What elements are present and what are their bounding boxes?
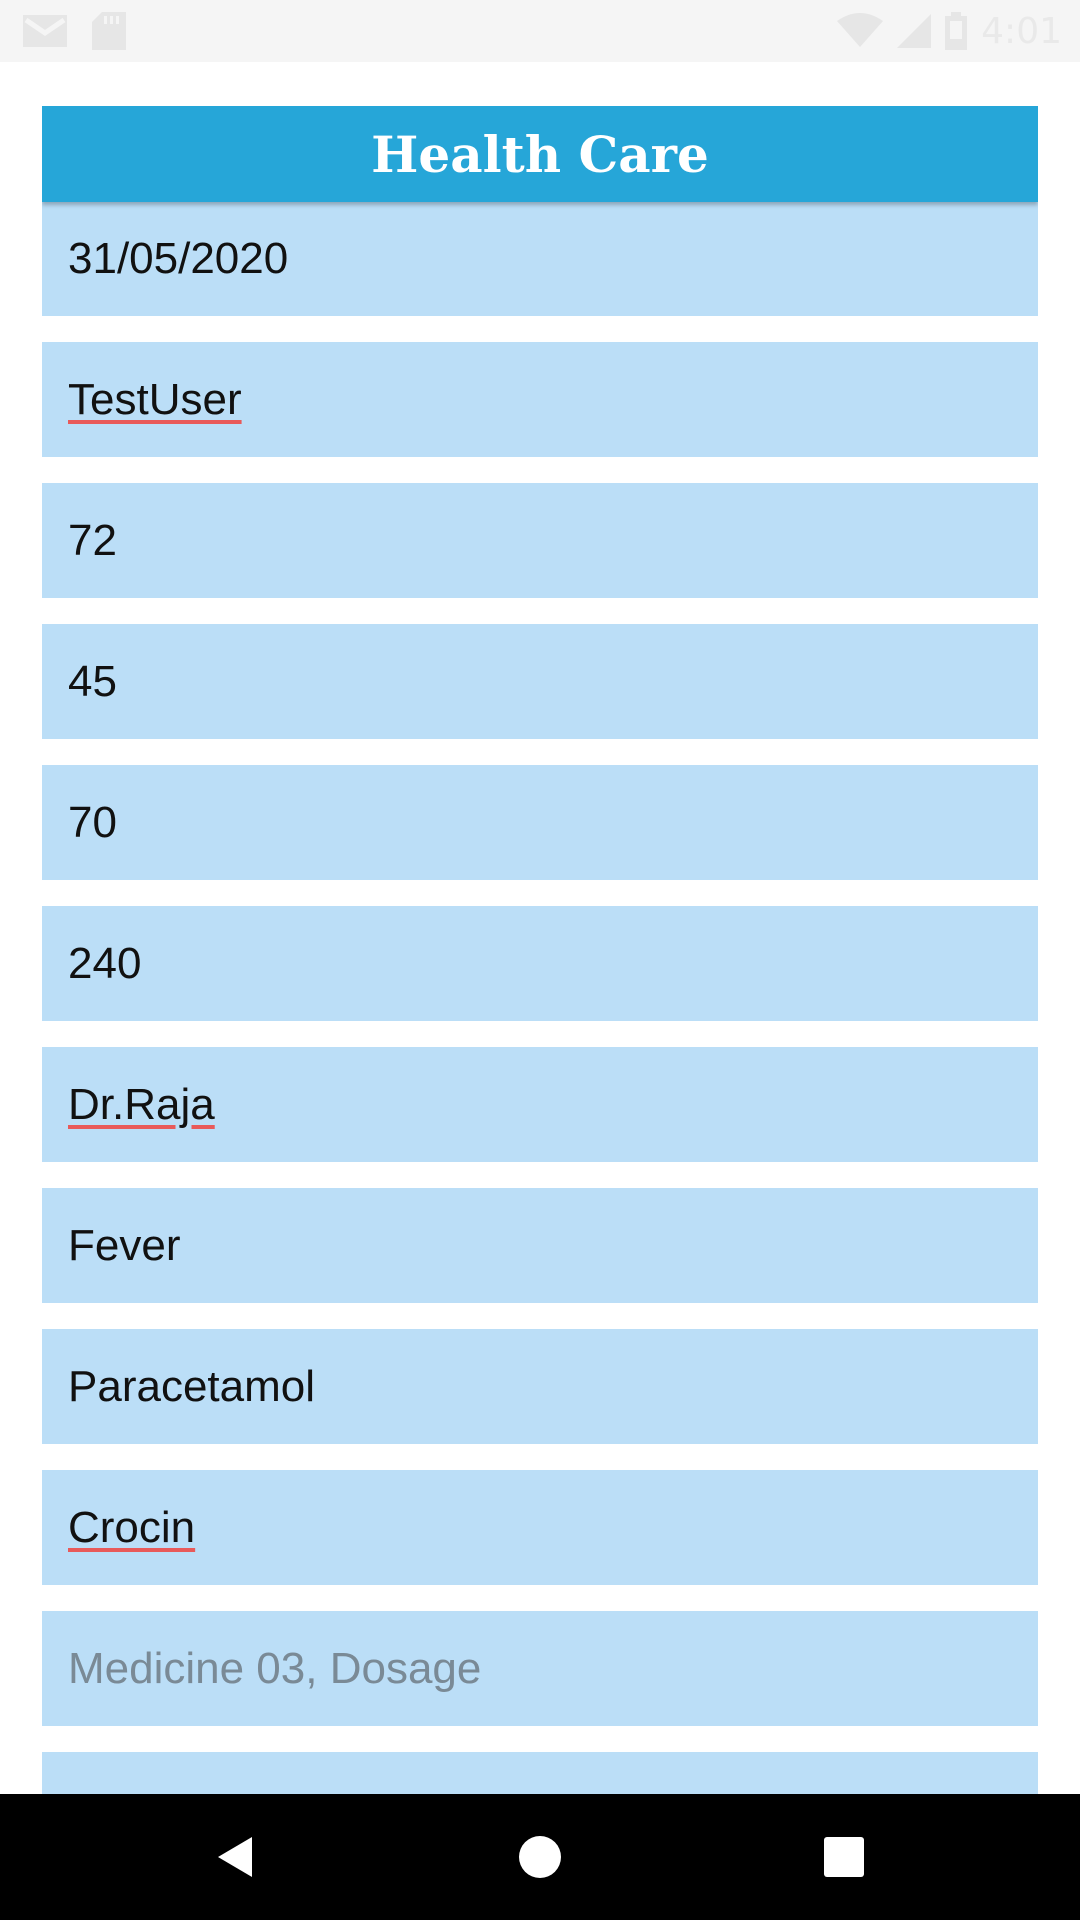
field-value: TestUser [68, 374, 242, 424]
form-container: Health Care 31/05/2020 TestUser 72 45 70 240 D… [42, 106, 1038, 1794]
field-value: 70 [68, 797, 117, 847]
field-value: Paracetamol [68, 1361, 316, 1411]
gmail-icon [22, 14, 68, 48]
form-field[interactable]: TestUser [42, 342, 1038, 457]
form-field[interactable]: Medicine 03, Dosage [42, 1611, 1038, 1726]
form-field[interactable]: 31/05/2020 [42, 202, 1038, 316]
field-value: 72 [68, 515, 117, 565]
home-icon[interactable] [516, 1833, 564, 1881]
sd-card-icon [92, 12, 126, 50]
form-field[interactable]: 72 [42, 483, 1038, 598]
status-bar: 4:01 [0, 0, 1080, 62]
app-header: Health Care [42, 106, 1038, 202]
form-field[interactable]: 45 [42, 624, 1038, 739]
status-left [22, 10, 126, 52]
form-field[interactable]: 70 [42, 765, 1038, 880]
back-icon[interactable] [212, 1833, 260, 1881]
wifi-icon [837, 13, 884, 49]
field-value: 45 [68, 656, 117, 706]
form-field[interactable]: Paracetamol [42, 1329, 1038, 1444]
status-right: 4:01 [837, 10, 1062, 52]
form-fields: 31/05/2020 TestUser 72 45 70 240 Dr.Raja Fever P… [42, 202, 1038, 1794]
field-value: Fever [68, 1220, 181, 1270]
status-time: 4:01 [981, 10, 1062, 52]
field-value: Crocin [68, 1502, 196, 1552]
form-field[interactable]: Crocin [42, 1470, 1038, 1585]
field-value: Dr.Raja [68, 1079, 215, 1129]
battery-icon [945, 12, 968, 50]
cell-signal-icon [897, 14, 932, 48]
form-field[interactable]: 240 [42, 906, 1038, 1021]
form-field[interactable]: Dr.Raja [42, 1047, 1038, 1162]
recents-icon[interactable] [820, 1833, 868, 1881]
field-value: 240 [68, 938, 142, 988]
field-placeholder: Medicine 03, Dosage [68, 1643, 482, 1693]
field-value: 31/05/2020 [68, 234, 289, 283]
form-field[interactable] [42, 1752, 1038, 1794]
navigation-bar [0, 1794, 1080, 1920]
form-field[interactable]: Fever [42, 1188, 1038, 1303]
screen: 4:01 Health Care 31/05/2020 TestUser 72 45 7… [0, 0, 1080, 1920]
page-title: Health Care [371, 124, 709, 184]
